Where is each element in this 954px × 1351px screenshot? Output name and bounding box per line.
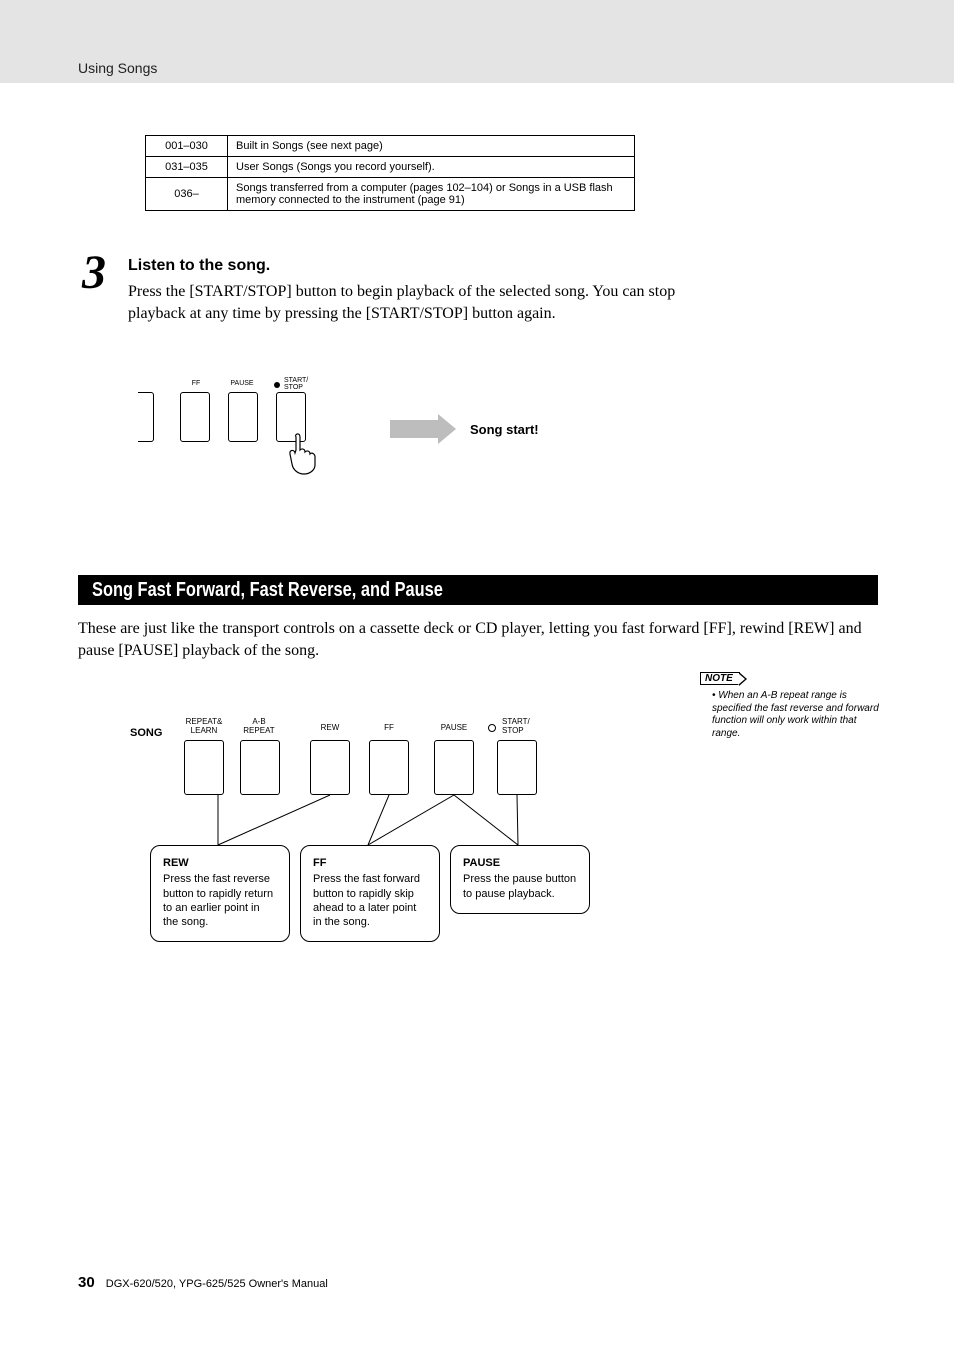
- ff-label: FF: [184, 380, 208, 387]
- ff-button: [180, 392, 210, 442]
- pause-panel-label: PAUSE: [436, 724, 472, 733]
- table-cell-range: 001–030: [146, 136, 228, 157]
- section-title-text: Song Fast Forward, Fast Reverse, and Pau…: [92, 579, 443, 602]
- note-list: When an A-B repeat range is specified th…: [700, 690, 880, 740]
- step-number: 3: [82, 245, 106, 300]
- callout-title: REW: [163, 856, 277, 870]
- table-cell-desc: Songs transferred from a computer (pages…: [228, 178, 635, 211]
- start-indicator-circle: [488, 724, 496, 732]
- label-line-2: REPEAT: [243, 726, 274, 735]
- ff-button: [369, 740, 409, 795]
- table-row: 036– Songs transferred from a computer (…: [146, 178, 635, 211]
- step-heading: Listen to the song.: [128, 257, 270, 275]
- table-cell-desc: Built in Songs (see next page): [228, 136, 635, 157]
- callout-title: FF: [313, 856, 427, 870]
- callout-body: Press the fast reverse button to rapidly…: [163, 873, 273, 928]
- press-hand-icon: [286, 432, 326, 477]
- table-cell-desc: User Songs (Songs you record yourself).: [228, 157, 635, 178]
- label-line-1: START/: [502, 717, 530, 726]
- section-body-text: These are just like the transport contro…: [78, 618, 878, 661]
- page: Using Songs 001–030 Built in Songs (see …: [0, 0, 954, 1351]
- ab-repeat-label: A-B REPEAT: [239, 718, 279, 736]
- rew-button: [310, 740, 350, 795]
- label-line-2: LEARN: [191, 726, 218, 735]
- arrow-right-icon: [390, 420, 438, 438]
- partial-button: [138, 392, 154, 442]
- label-line-2: STOP: [502, 726, 524, 735]
- repeat-learn-label: REPEAT& LEARN: [180, 718, 228, 736]
- section-title-bar: Song Fast Forward, Fast Reverse, and Pau…: [78, 575, 878, 605]
- repeat-learn-button: [184, 740, 224, 795]
- ab-repeat-button: [240, 740, 280, 795]
- callout-body: Press the fast forward button to rapidly…: [313, 873, 420, 928]
- page-number: 30: [78, 1274, 95, 1291]
- start-label-2: STOP: [284, 384, 303, 391]
- table-row: 001–030 Built in Songs (see next page): [146, 136, 635, 157]
- start-stop-label: START/ STOP: [284, 377, 318, 391]
- label-line-1: REPEAT&: [186, 717, 223, 726]
- pause-callout: PAUSE Press the pause button to pause pl…: [450, 845, 590, 914]
- rew-callout: REW Press the fast reverse button to rap…: [150, 845, 290, 942]
- ff-callout: FF Press the fast forward button to rapi…: [300, 845, 440, 942]
- playback-panel-illustration: FF PAUSE START/ STOP: [146, 380, 336, 480]
- start-stop-panel-label: START/ STOP: [502, 718, 542, 736]
- song-start-label: Song start!: [470, 422, 539, 437]
- table-cell-range: 031–035: [146, 157, 228, 178]
- callout-body: Press the pause button to pause playback…: [463, 873, 576, 899]
- page-footer: 30 DGX-620/520, YPG-625/525 Owner's Manu…: [78, 1274, 328, 1291]
- label-line-1: A-B: [252, 717, 265, 726]
- song-label: SONG: [130, 727, 162, 739]
- start-stop-button: [497, 740, 537, 795]
- ff-panel-label: FF: [379, 724, 399, 733]
- start-indicator-dot: [274, 382, 280, 388]
- callout-title: PAUSE: [463, 856, 577, 870]
- start-label-1: START/: [284, 377, 308, 384]
- rew-panel-label: REW: [315, 724, 345, 733]
- song-range-table: 001–030 Built in Songs (see next page) 0…: [145, 135, 635, 211]
- table-cell-range: 036–: [146, 178, 228, 211]
- note-item: When an A-B repeat range is specified th…: [712, 690, 880, 740]
- doc-title: DGX-620/520, YPG-625/525 Owner's Manual: [106, 1278, 328, 1290]
- table-row: 031–035 User Songs (Songs you record you…: [146, 157, 635, 178]
- note-tag: NOTE: [700, 672, 740, 685]
- pause-label: PAUSE: [225, 380, 259, 387]
- step-body-text: Press the [START/STOP] button to begin p…: [128, 281, 683, 324]
- pause-button: [434, 740, 474, 795]
- pause-button: [228, 392, 258, 442]
- header-band: Using Songs: [0, 0, 954, 83]
- section-header-title: Using Songs: [78, 60, 157, 76]
- note-box: NOTE When an A-B repeat range is specifi…: [700, 668, 880, 740]
